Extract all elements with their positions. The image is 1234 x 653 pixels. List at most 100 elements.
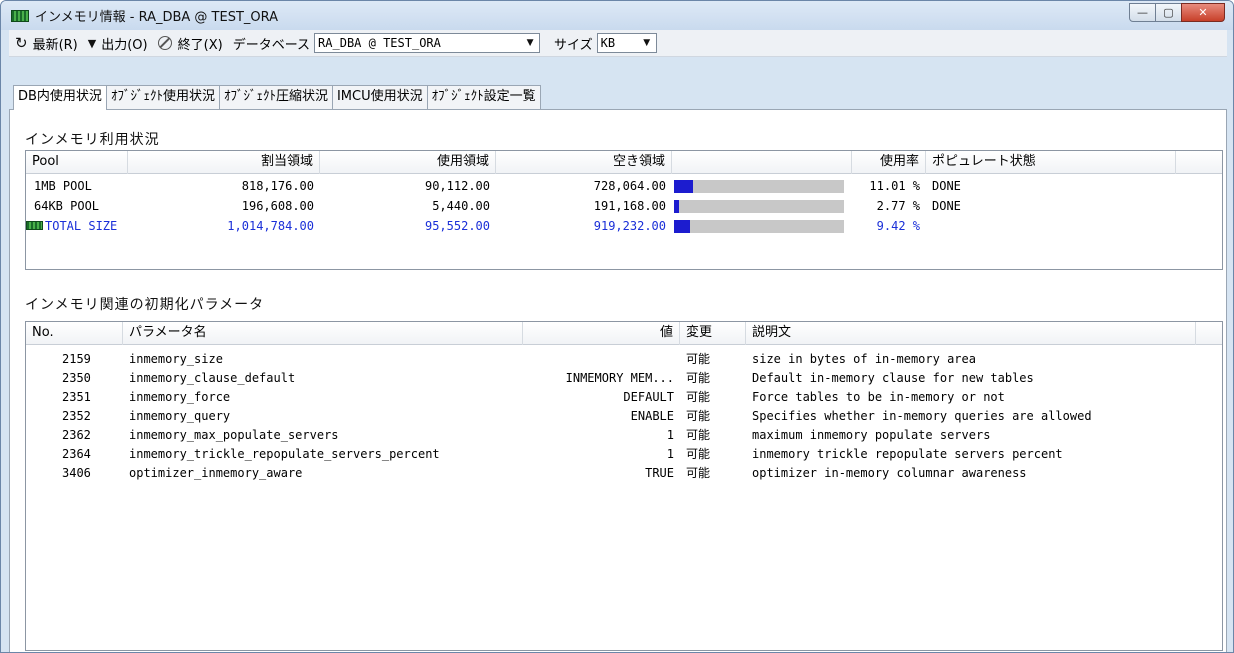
- size-select-value: KB: [600, 36, 616, 50]
- col-header-populate-status[interactable]: ポピュレート状態: [926, 151, 1176, 174]
- col-header-allocated[interactable]: 割当領域: [128, 151, 320, 174]
- table-row[interactable]: 2159 inmemory_size 可能 size in bytes of i…: [26, 350, 1222, 369]
- usage-bar-fill: [674, 179, 693, 193]
- allocated-cell: 196,608.00: [241, 199, 314, 213]
- tab-object-usage[interactable]: ｵﾌﾞｼﾞｪｸﾄ使用状況: [105, 85, 220, 109]
- maximize-button[interactable]: ▢: [1155, 3, 1182, 22]
- exit-label: 終了(X): [177, 37, 223, 53]
- table-row[interactable]: 2362 inmemory_max_populate_servers 1 可能 …: [26, 426, 1222, 445]
- no-cell: 2352: [62, 409, 91, 423]
- change-cell: 可能: [686, 390, 711, 404]
- tab-object-compression[interactable]: ｵﾌﾞｼﾞｪｸﾄ圧縮状況: [218, 85, 333, 109]
- usage-bar-track: [674, 199, 844, 213]
- table-row[interactable]: 1MB POOL 818,176.00 90,112.00 728,064.00…: [26, 176, 1222, 196]
- col-header-bar[interactable]: [672, 151, 852, 174]
- usage-section-title: インメモリ利用状況: [25, 132, 160, 148]
- description-cell: inmemory trickle repopulate servers perc…: [752, 447, 1063, 461]
- total-label: TOTAL SIZE: [45, 219, 118, 233]
- usage-bar: [672, 216, 852, 236]
- free-cell: 919,232.00: [593, 219, 666, 233]
- description-cell: size in bytes of in-memory area: [752, 352, 976, 366]
- table-row[interactable]: 2364 inmemory_trickle_repopulate_servers…: [26, 445, 1222, 464]
- refresh-button[interactable]: ↻ 最新(R): [15, 34, 78, 53]
- params-section-title: インメモリ関連の初期化パラメータ: [25, 297, 265, 313]
- param-name-cell: inmemory_trickle_repopulate_servers_perc…: [129, 447, 440, 461]
- usage-grid-header: Pool 割当領域 使用領域 空き領域 使用率 ポピュレート状態: [26, 151, 1222, 174]
- value-cell: 1: [666, 428, 674, 442]
- no-cell: 2350: [62, 371, 91, 385]
- allocated-cell: 818,176.00: [241, 179, 314, 193]
- no-cell: 2364: [62, 447, 91, 461]
- col-header-filler: [1176, 151, 1222, 174]
- window-title: インメモリ情報 - RA_DBA @ TEST_ORA: [35, 10, 279, 25]
- prohibited-icon: [157, 36, 172, 50]
- free-cell: 191,168.00: [593, 199, 666, 213]
- size-select[interactable]: KB ▼: [596, 33, 657, 53]
- usage-bar-fill: [674, 199, 679, 213]
- close-button[interactable]: ✕: [1181, 3, 1225, 22]
- usage-grid-body: 1MB POOL 818,176.00 90,112.00 728,064.00…: [26, 174, 1222, 236]
- col-header-pool[interactable]: Pool: [26, 151, 128, 174]
- param-name-cell: optimizer_inmemory_aware: [129, 466, 303, 480]
- usage-bar: [672, 196, 852, 216]
- chevron-down-icon: ▼: [643, 38, 651, 48]
- usage-bar-track: [674, 219, 844, 233]
- usage-bar-track: [674, 179, 844, 193]
- table-row[interactable]: 3406 optimizer_inmemory_aware TRUE 可能 op…: [26, 464, 1222, 483]
- exit-button[interactable]: 終了(X): [157, 34, 223, 53]
- change-cell: 可能: [686, 352, 711, 366]
- params-grid[interactable]: No. パラメータ名 値 変更 説明文 2159 inmemory_size 可…: [25, 321, 1223, 651]
- value-cell: TRUE: [645, 466, 674, 480]
- usage-grid[interactable]: Pool 割当領域 使用領域 空き領域 使用率 ポピュレート状態 1MB POO…: [25, 150, 1223, 270]
- col-header-description[interactable]: 説明文: [746, 322, 1196, 345]
- rate-cell: 9.42 %: [876, 219, 920, 233]
- table-row[interactable]: 2350 inmemory_clause_default INMEMORY ME…: [26, 369, 1222, 388]
- status-cell: DONE: [932, 179, 961, 193]
- rate-cell: 2.77 %: [876, 199, 920, 213]
- output-button[interactable]: ▼ 出力(O): [88, 34, 148, 53]
- col-header-value[interactable]: 値: [523, 322, 680, 345]
- table-row[interactable]: 2351 inmemory_force DEFAULT 可能 Force tab…: [26, 388, 1222, 407]
- database-label: データベース: [232, 37, 311, 53]
- refresh-icon: ↻: [15, 34, 28, 52]
- table-row[interactable]: 2352 inmemory_query ENABLE 可能 Specifies …: [26, 407, 1222, 426]
- close-icon: ✕: [1198, 6, 1208, 19]
- col-header-no[interactable]: No.: [26, 322, 123, 345]
- param-name-cell: inmemory_max_populate_servers: [129, 428, 339, 442]
- tab-imcu-usage[interactable]: IMCU使用状況: [331, 85, 428, 109]
- description-cell: maximum inmemory populate servers: [752, 428, 991, 442]
- title-bar[interactable]: インメモリ情報 - RA_DBA @ TEST_ORA — ▢ ✕: [1, 1, 1233, 30]
- change-cell: 可能: [686, 371, 711, 385]
- total-row[interactable]: TOTAL SIZE 1,014,784.00 95,552.00 919,23…: [26, 216, 1222, 236]
- col-header-param-name[interactable]: パラメータ名: [123, 322, 523, 345]
- col-header-used[interactable]: 使用領域: [320, 151, 496, 174]
- window-controls: — ▢ ✕: [1129, 3, 1225, 22]
- value-cell: 1: [666, 447, 674, 461]
- tab-object-settings[interactable]: ｵﾌﾞｼﾞｪｸﾄ設定一覧: [426, 85, 541, 109]
- output-label: 出力(O): [101, 37, 148, 53]
- no-cell: 2362: [62, 428, 91, 442]
- maximize-icon: ▢: [1163, 6, 1174, 19]
- description-cell: optimizer in-memory columnar awareness: [752, 466, 1027, 480]
- pool-cell: 64KB POOL: [34, 199, 100, 213]
- no-cell: 3406: [62, 466, 91, 480]
- allocated-cell: 1,014,784.00: [227, 219, 314, 233]
- minimize-icon: —: [1137, 6, 1148, 19]
- usage-bar-fill: [674, 219, 690, 233]
- col-header-rate[interactable]: 使用率: [852, 151, 926, 174]
- used-cell: 5,440.00: [432, 199, 490, 213]
- param-name-cell: inmemory_force: [129, 390, 231, 404]
- table-row[interactable]: 64KB POOL 196,608.00 5,440.00 191,168.00…: [26, 196, 1222, 216]
- col-header-free[interactable]: 空き領域: [496, 151, 672, 174]
- rate-cell: 11.01 %: [869, 179, 920, 193]
- change-cell: 可能: [686, 466, 711, 480]
- status-cell: DONE: [932, 199, 961, 213]
- app-window: インメモリ情報 - RA_DBA @ TEST_ORA — ▢ ✕ ↻ 最新(R…: [0, 0, 1234, 653]
- minimize-button[interactable]: —: [1129, 3, 1156, 22]
- tab-db-usage[interactable]: DB内使用状況: [13, 85, 107, 110]
- database-select[interactable]: RA_DBA @ TEST_ORA ▼: [314, 33, 541, 53]
- pool-cell: 1MB POOL: [34, 179, 92, 193]
- chevron-down-icon: ▼: [526, 38, 534, 48]
- refresh-label: 最新(R): [32, 37, 78, 53]
- col-header-change[interactable]: 変更: [680, 322, 746, 345]
